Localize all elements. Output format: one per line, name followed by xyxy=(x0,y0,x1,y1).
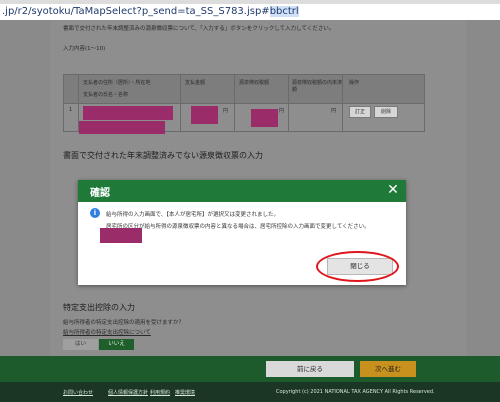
footer-links-bar: お問い合わせ 個人情報保護方針 利用規約 推奨環境 Copyright (c) … xyxy=(0,382,500,402)
internal-cell: 円 xyxy=(289,103,343,132)
redacted-withholding xyxy=(251,109,278,127)
delete-button[interactable]: 削除 xyxy=(374,106,398,118)
dialog-title: 確認 xyxy=(90,188,110,199)
table-caption: 入力内容(1～10) xyxy=(63,46,106,52)
dialog-message-line1: 給与所得の入力画面で、【本人が居宅所】が選択又は変更されました。 xyxy=(106,212,280,218)
withholding-cell: 円 xyxy=(235,103,289,132)
table-header-payer: 支払者の住所（居所）・所在地 支払者の氏名・名称 xyxy=(79,75,181,103)
header-amount-label: 支払金額 xyxy=(185,80,206,86)
redacted-dialog-value xyxy=(100,228,142,243)
annotation-circle xyxy=(316,251,399,282)
footer-link-contact[interactable]: お問い合わせ xyxy=(63,389,93,396)
table-header-amount: 支払金額 xyxy=(181,75,235,103)
amount-cell: 円 xyxy=(181,103,235,132)
confirm-dialog: 確認 ✕ i 給与所得の入力画面で、【本人が居宅所】が選択又は変更されました。 … xyxy=(78,180,406,285)
yes-button[interactable]: はい xyxy=(63,339,98,350)
browser-address-bar[interactable]: .jp/r2/syotoku/TaMapSelect?p_send=ta_SS_… xyxy=(0,0,500,21)
close-icon[interactable]: ✕ xyxy=(385,182,401,199)
dialog-header: 確認 ✕ xyxy=(78,180,406,202)
footer-action-bar: 前に戻る 次へ進む xyxy=(0,356,500,382)
footer-link-privacy[interactable]: 個人情報保護方針 xyxy=(108,389,148,396)
info-icon: i xyxy=(90,208,100,218)
specific-question: 給与所得者の特定支出控除の適用を受けますか？ xyxy=(63,320,185,326)
redacted-payer-name xyxy=(79,121,165,134)
browser-tab-strip xyxy=(0,0,500,4)
amount-yen: 円 xyxy=(223,108,229,114)
intro-text: 書面で交付された年末調整済みの源泉徴収票について、「入力する」ボタンをクリックし… xyxy=(63,26,335,32)
header-payer-address: 支払者の住所（居所）・所在地 xyxy=(83,80,151,86)
withholding-table: 支払者の住所（居所）・所在地 支払者の氏名・名称 支払金額 源泉徴収税額 源泉徴… xyxy=(63,74,425,134)
footer-link-terms[interactable]: 利用規約 xyxy=(150,389,170,396)
specific-info-link[interactable]: 給与所得者の特定支出控除について xyxy=(63,328,151,336)
dialog-message-line2: 居宅所の区分が給与所得の源泉徴収票の内容と異なる場合は、居宅所控除の入力画面で変… xyxy=(106,224,370,230)
no-button[interactable]: いいえ xyxy=(99,339,134,350)
section-untreated-heading: 書面で交付された年末調整済みでない源泉徴収票の入力 xyxy=(63,151,263,160)
header-ops-label: 操作 xyxy=(349,80,360,86)
header-internal-label: 源泉徴収税額の内未済額 xyxy=(292,80,343,93)
section-specific-heading: 特定支出控除の入力 xyxy=(63,303,135,312)
url-hash: bbctrl xyxy=(269,6,299,17)
table-header-withholding: 源泉徴収税額 xyxy=(235,75,289,103)
url-text[interactable]: .jp/r2/syotoku/TaMapSelect?p_send=ta_SS_… xyxy=(2,6,299,17)
row-index: 1 xyxy=(69,107,73,113)
payer-cell xyxy=(79,103,181,134)
page-background: 書面で交付された年末調整済みの源泉徴収票について、「入力する」ボタンをクリックし… xyxy=(0,20,500,402)
next-button[interactable]: 次へ進む xyxy=(360,361,416,377)
internal-yen: 円 xyxy=(331,108,337,114)
back-button[interactable]: 前に戻る xyxy=(266,361,354,377)
edit-button[interactable]: 訂正 xyxy=(349,106,371,118)
table-header-index xyxy=(64,75,79,103)
header-withholding-label: 源泉徴収税額 xyxy=(239,80,270,86)
url-prefix: .jp/r2/syotoku/TaMapSelect?p_send=ta_SS_… xyxy=(2,6,270,17)
redacted-payer-address xyxy=(83,106,173,120)
header-payer-name: 支払者の氏名・名称 xyxy=(83,92,129,98)
withholding-yen: 円 xyxy=(279,108,285,114)
redacted-amount xyxy=(191,106,218,124)
row-index-cell: 1 xyxy=(64,103,79,132)
table-header-internal: 源泉徴収税額の内未済額 xyxy=(289,75,343,103)
footer-link-environment[interactable]: 推奨環境 xyxy=(175,389,195,396)
copyright: Copyright (c) 2021 NATIONAL TAX AGENCY A… xyxy=(276,389,435,395)
table-header-ops: 操作 xyxy=(343,75,424,103)
